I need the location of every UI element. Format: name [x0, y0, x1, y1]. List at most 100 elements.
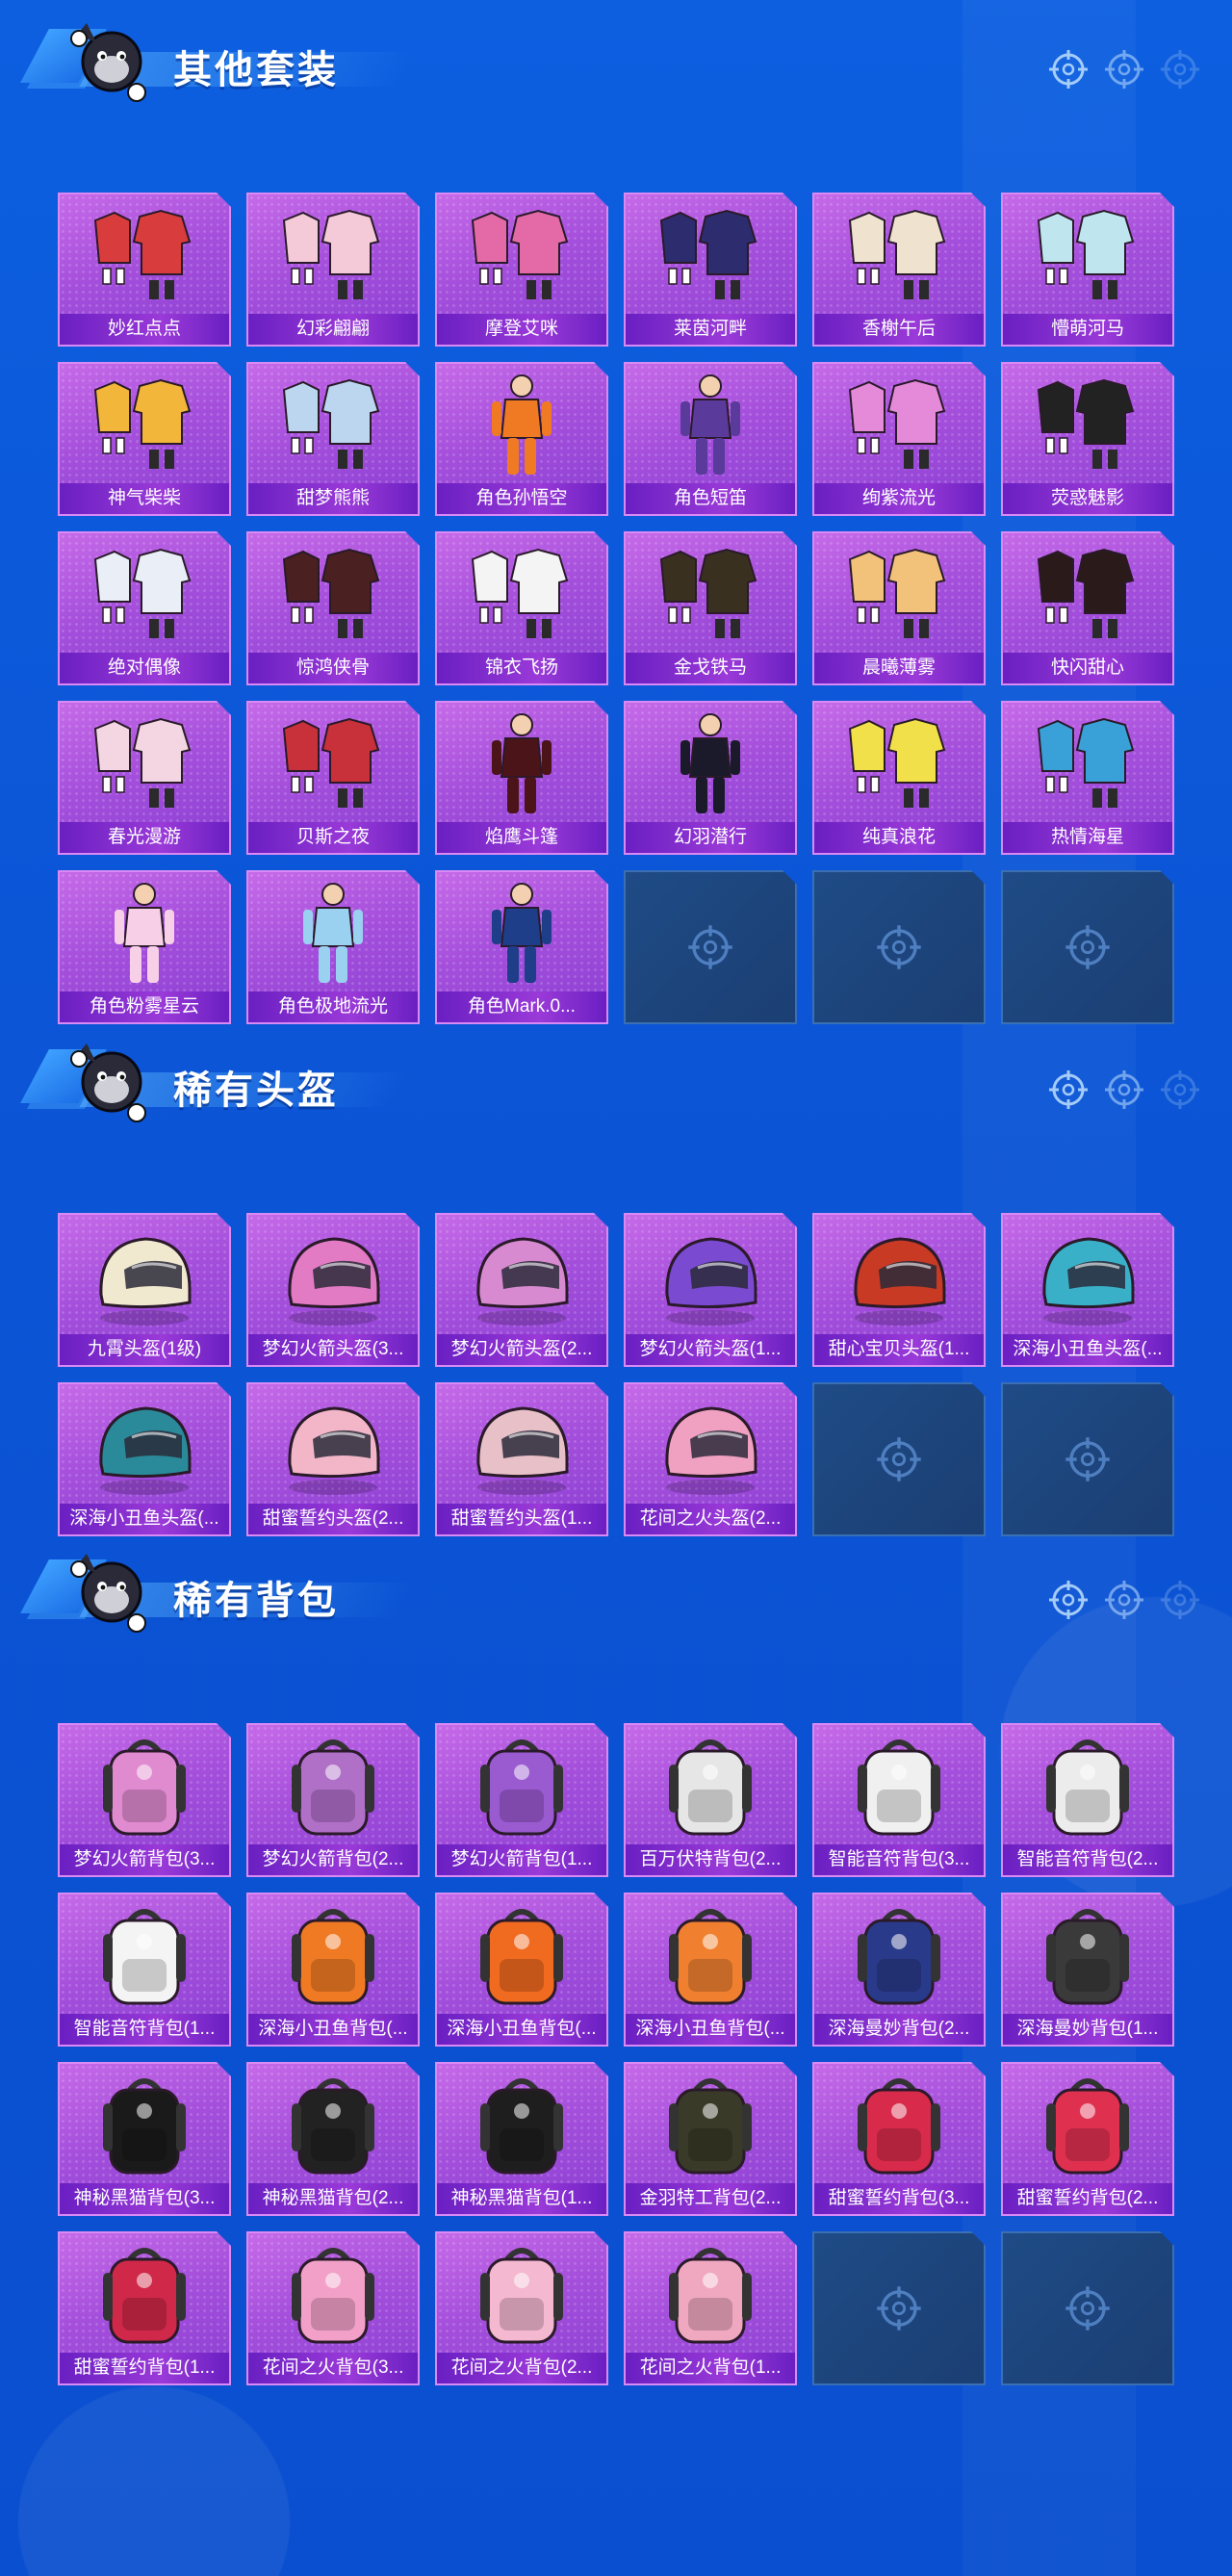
item-card[interactable]: 妙红点点: [58, 193, 231, 347]
item-card[interactable]: 花间之火背包(2...: [435, 2231, 608, 2385]
item-card[interactable]: 深海小丑鱼背包(...: [435, 1893, 608, 2047]
outfit-icon: [626, 539, 795, 651]
empty-slot: [624, 870, 797, 1024]
item-card[interactable]: 智能音符背包(3...: [812, 1723, 986, 1877]
item-card[interactable]: 锦衣飞扬: [435, 531, 608, 685]
item-card[interactable]: 纯真浪花: [812, 701, 986, 855]
outfit-icon: [814, 708, 984, 820]
item-card[interactable]: 金羽特工背包(2...: [624, 2062, 797, 2216]
item-name: 深海小丑鱼头盔(...: [1003, 1334, 1172, 1365]
item-card[interactable]: 花间之火背包(3...: [246, 2231, 420, 2385]
item-card[interactable]: 甜梦熊熊: [246, 362, 420, 516]
item-card[interactable]: 快闪甜心: [1001, 531, 1174, 685]
item-name: 妙红点点: [60, 314, 229, 345]
item-card[interactable]: 摩登艾咪: [435, 193, 608, 347]
item-card[interactable]: 莱茵河畔: [624, 193, 797, 347]
backpack-icon: [626, 2239, 795, 2351]
outfit-icon: [60, 370, 229, 481]
item-card[interactable]: 绝对偶像: [58, 531, 231, 685]
item-card[interactable]: 深海曼妙背包(2...: [812, 1893, 986, 2047]
item-card[interactable]: 甜心宝贝头盔(1...: [812, 1213, 986, 1367]
item-card[interactable]: 甜蜜誓约头盔(2...: [246, 1382, 420, 1536]
item-name: 幻彩翩翩: [248, 314, 418, 345]
item-name: 甜蜜誓约背包(1...: [60, 2353, 229, 2383]
item-card[interactable]: 梦幻火箭背包(2...: [246, 1723, 420, 1877]
item-name: 九霄头盔(1级): [60, 1334, 229, 1365]
item-card[interactable]: 绚紫流光: [812, 362, 986, 516]
item-card[interactable]: 春光漫游: [58, 701, 231, 855]
item-name: 摩登艾咪: [437, 314, 606, 345]
item-name: 香榭午后: [814, 314, 984, 345]
item-name: 神秘黑猫背包(2...: [248, 2183, 418, 2214]
crosshair-icon: [814, 872, 984, 1022]
item-card[interactable]: 花间之火头盔(2...: [624, 1382, 797, 1536]
item-card[interactable]: 梦幻火箭头盔(3...: [246, 1213, 420, 1367]
item-card[interactable]: 角色短笛: [624, 362, 797, 516]
item-card[interactable]: 热情海星: [1001, 701, 1174, 855]
item-card[interactable]: 梦幻火箭背包(1...: [435, 1723, 608, 1877]
item-card[interactable]: 金戈铁马: [624, 531, 797, 685]
item-name: 惊鸿侠骨: [248, 653, 418, 683]
header-crosshair-icons: [1047, 1069, 1201, 1111]
item-name: 深海曼妙背包(1...: [1003, 2014, 1172, 2045]
item-card[interactable]: 幻彩翩翩: [246, 193, 420, 347]
item-card[interactable]: 甜蜜誓约头盔(1...: [435, 1382, 608, 1536]
item-card[interactable]: 深海小丑鱼头盔(...: [58, 1382, 231, 1536]
item-card[interactable]: 百万伏特背包(2...: [624, 1723, 797, 1877]
item-card[interactable]: 荧惑魅影: [1001, 362, 1174, 516]
item-card[interactable]: 神气柴柴: [58, 362, 231, 516]
helmet-icon: [60, 1221, 229, 1332]
item-card[interactable]: 角色孙悟空: [435, 362, 608, 516]
item-card[interactable]: 九霄头盔(1级): [58, 1213, 231, 1367]
item-card[interactable]: 惊鸿侠骨: [246, 531, 420, 685]
item-card[interactable]: 香榭午后: [812, 193, 986, 347]
item-card[interactable]: 幻羽潜行: [624, 701, 797, 855]
item-card[interactable]: 梦幻火箭背包(3...: [58, 1723, 231, 1877]
item-card[interactable]: 深海小丑鱼背包(...: [624, 1893, 797, 2047]
item-name: 梦幻火箭头盔(2...: [437, 1334, 606, 1365]
item-name: 角色极地流光: [248, 992, 418, 1022]
item-card[interactable]: 角色极地流光: [246, 870, 420, 1024]
empty-slot: [812, 2231, 986, 2385]
backpack-icon: [437, 2070, 606, 2181]
item-card[interactable]: 神秘黑猫背包(3...: [58, 2062, 231, 2216]
section-header: 稀有背包: [0, 1531, 1232, 1636]
backpack-icon: [60, 1900, 229, 2012]
character-icon: [437, 370, 606, 481]
item-name: 甜蜜誓约背包(3...: [814, 2183, 984, 2214]
item-card[interactable]: 深海小丑鱼头盔(...: [1001, 1213, 1174, 1367]
item-name: 热情海星: [1003, 822, 1172, 853]
backpack-icon: [437, 1731, 606, 1842]
section-header: 其他套装: [0, 0, 1232, 106]
item-card[interactable]: 贝斯之夜: [246, 701, 420, 855]
outfit-icon: [1003, 200, 1172, 312]
item-grid: 梦幻火箭背包(3... 梦幻火箭背包(2... 梦幻火箭背包(1... 百万伏特…: [58, 1723, 1174, 2385]
crosshair-icon: [1103, 1069, 1145, 1111]
item-card[interactable]: 神秘黑猫背包(2...: [246, 2062, 420, 2216]
item-card[interactable]: 梦幻火箭头盔(2...: [435, 1213, 608, 1367]
item-card[interactable]: 焰鹰斗篷: [435, 701, 608, 855]
item-card[interactable]: 甜蜜誓约背包(3...: [812, 2062, 986, 2216]
item-name: 梦幻火箭头盔(3...: [248, 1334, 418, 1365]
item-card[interactable]: 深海曼妙背包(1...: [1001, 1893, 1174, 2047]
item-card[interactable]: 花间之火背包(1...: [624, 2231, 797, 2385]
item-card[interactable]: 深海小丑鱼背包(...: [246, 1893, 420, 2047]
item-card[interactable]: 甜蜜誓约背包(2...: [1001, 2062, 1174, 2216]
item-card[interactable]: 懵萌河马: [1001, 193, 1174, 347]
helmet-icon: [626, 1390, 795, 1502]
item-card[interactable]: 智能音符背包(2...: [1001, 1723, 1174, 1877]
outfit-icon: [248, 708, 418, 820]
item-card[interactable]: 角色Mark.0...: [435, 870, 608, 1024]
item-name: 智能音符背包(1...: [60, 2014, 229, 2045]
backpack-icon: [1003, 2070, 1172, 2181]
item-name: 懵萌河马: [1003, 314, 1172, 345]
item-name: 晨曦薄雾: [814, 653, 984, 683]
item-card[interactable]: 甜蜜誓约背包(1...: [58, 2231, 231, 2385]
item-card[interactable]: 角色粉雾星云: [58, 870, 231, 1024]
item-card[interactable]: 智能音符背包(1...: [58, 1893, 231, 2047]
mascot-icon: [58, 1034, 158, 1134]
item-card[interactable]: 梦幻火箭头盔(1...: [624, 1213, 797, 1367]
item-card[interactable]: 晨曦薄雾: [812, 531, 986, 685]
item-name: 角色粉雾星云: [60, 992, 229, 1022]
item-card[interactable]: 神秘黑猫背包(1...: [435, 2062, 608, 2216]
